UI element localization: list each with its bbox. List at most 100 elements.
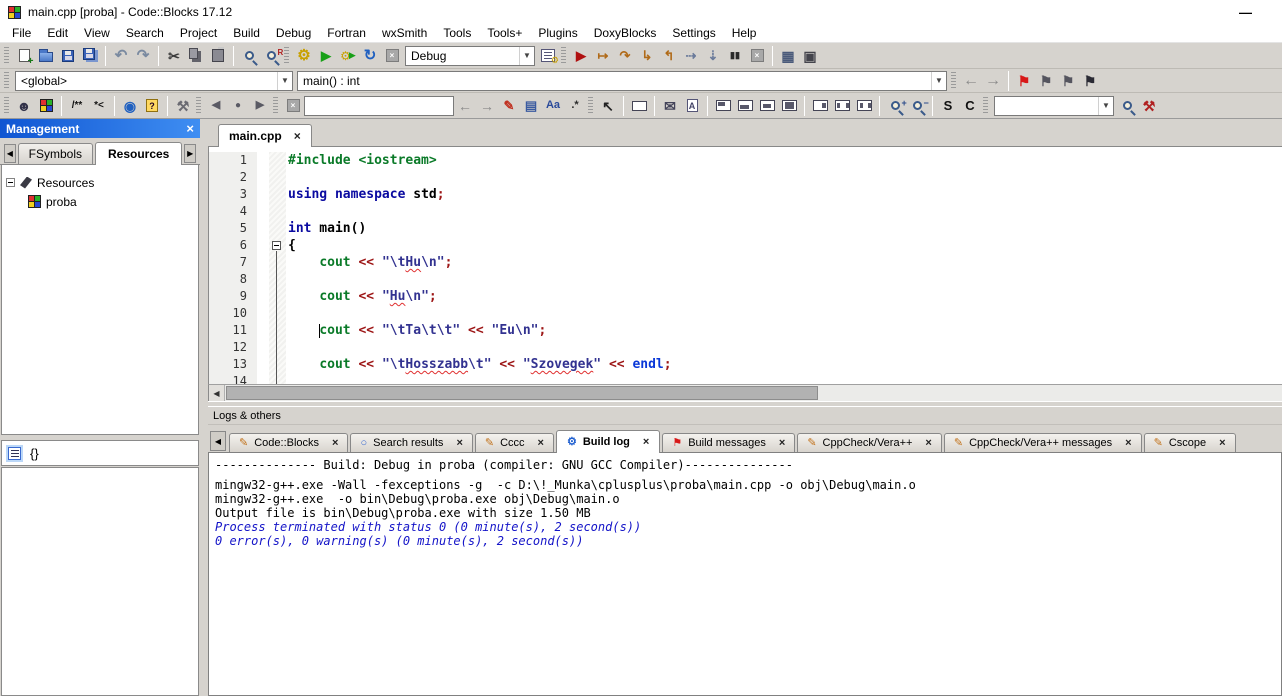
close-icon[interactable]: × — [1125, 437, 1131, 449]
search-next-button[interactable]: → — [476, 95, 498, 117]
build-button[interactable]: ⚙ — [293, 45, 315, 67]
jump-home-button[interactable]: ● — [227, 95, 249, 117]
menu-tools[interactable]: Tools — [435, 24, 479, 42]
menu-view[interactable]: View — [76, 24, 118, 42]
chevron-down-icon[interactable]: ▼ — [519, 47, 534, 65]
log-tab-cppcheck-vera-[interactable]: ✎CppCheck/Vera++× — [797, 433, 942, 452]
use-regex-button[interactable]: .* — [564, 95, 586, 117]
find-button[interactable] — [238, 45, 260, 67]
toolbar-grip[interactable] — [951, 72, 956, 90]
break-debugger-button[interactable]: ▮▮ — [724, 45, 746, 67]
toggle-bookmark-button[interactable]: ⚑ — [1013, 70, 1035, 92]
chevron-down-icon[interactable]: ▼ — [277, 72, 292, 90]
editor-tab-main-cpp[interactable]: main.cpp × — [218, 124, 312, 147]
close-icon[interactable]: × — [538, 437, 544, 449]
wx-align-bottom-button[interactable] — [734, 95, 756, 117]
close-icon[interactable]: × — [332, 437, 338, 449]
doxy-view-html-button[interactable]: ◉ — [119, 95, 141, 117]
cut-button[interactable]: ✂ — [163, 45, 185, 67]
stop-debugger-button[interactable]: × — [746, 45, 768, 67]
doxy-extract-button[interactable]: ☻ — [13, 95, 35, 117]
code-line-text[interactable]: cout << "\tTa\t\t" << "Eu\n"; — [286, 322, 1282, 339]
toolbar-grip[interactable] — [4, 47, 9, 65]
next-instruction-button[interactable]: ⇢ — [680, 45, 702, 67]
log-tab-cccc[interactable]: ✎Cccc× — [475, 433, 554, 452]
menu-help[interactable]: Help — [724, 24, 765, 42]
undo-button[interactable]: ↶ — [110, 45, 132, 67]
wx-border-lr-button[interactable] — [831, 95, 853, 117]
management-tabs-scroll-left[interactable]: ◀ — [4, 144, 16, 163]
menu-search[interactable]: Search — [118, 24, 172, 42]
debug-continue-button[interactable]: ▶ — [570, 45, 592, 67]
incremental-search-input[interactable] — [304, 96, 454, 116]
wx-text-tool[interactable]: A — [681, 95, 703, 117]
log-tabs-scroll-left[interactable]: ◀ — [210, 431, 226, 451]
wx-show-class-button[interactable]: C — [959, 95, 981, 117]
management-close-icon[interactable]: × — [186, 121, 194, 136]
code-line-text[interactable] — [286, 305, 1282, 322]
step-out-button[interactable]: ↰ — [658, 45, 680, 67]
step-into-button[interactable]: ↳ — [636, 45, 658, 67]
browse-back-button[interactable]: ← — [960, 70, 982, 92]
fold-margin[interactable] — [269, 237, 286, 254]
log-tab-cppcheck-vera-messages[interactable]: ✎CppCheck/Vera++ messages× — [944, 433, 1142, 452]
menu-project[interactable]: Project — [172, 24, 225, 42]
hscroll-left-arrow[interactable]: ◀ — [209, 385, 225, 401]
chevron-down-icon[interactable]: ▼ — [1098, 97, 1113, 115]
close-icon[interactable]: × — [925, 437, 931, 449]
code-line-text[interactable]: cout << "\tHosszabb\t" << "Szovegek" << … — [286, 356, 1282, 373]
wx-align-top-button[interactable] — [712, 95, 734, 117]
toolbar-grip[interactable] — [561, 47, 566, 65]
close-icon[interactable]: × — [779, 437, 785, 449]
next-line-button[interactable]: ↷ — [614, 45, 636, 67]
code-line-text[interactable] — [286, 339, 1282, 356]
wx-border-ends-button[interactable] — [853, 95, 875, 117]
next-bookmark-button[interactable]: ⚑ — [1057, 70, 1079, 92]
incsearch-clear-button[interactable]: × — [282, 95, 304, 117]
wx-zoom-in-button[interactable] — [884, 95, 906, 117]
menu-wxsmith[interactable]: wxSmith — [374, 24, 435, 42]
clear-bookmarks-button[interactable]: ⚑ — [1079, 70, 1101, 92]
wx-align-center-button[interactable] — [756, 95, 778, 117]
save-button[interactable] — [57, 45, 79, 67]
tab-fsymbols[interactable]: FSymbols — [18, 143, 93, 164]
run-to-cursor-button[interactable]: ↦ — [592, 45, 614, 67]
panel-splitter[interactable] — [200, 119, 208, 696]
match-case-button[interactable]: Aa — [542, 95, 564, 117]
doxy-view-chm-button[interactable]: ? — [141, 95, 163, 117]
toolbar-grip[interactable] — [196, 97, 201, 115]
browse-forward-button[interactable]: → — [982, 70, 1004, 92]
new-file-button[interactable] — [13, 45, 35, 67]
code-line-text[interactable]: int main() — [286, 220, 1282, 237]
wx-show-source-button[interactable]: S — [937, 95, 959, 117]
code-line-text[interactable] — [286, 271, 1282, 288]
run-button[interactable]: ▶ — [315, 45, 337, 67]
redo-button[interactable]: ↷ — [132, 45, 154, 67]
toolbar-grip[interactable] — [983, 97, 988, 115]
toolbar-grip[interactable] — [273, 97, 278, 115]
toolbar-grip[interactable] — [4, 97, 9, 115]
close-icon[interactable]: × — [456, 437, 462, 449]
function-select[interactable]: main() : int▼ — [297, 71, 947, 91]
doxy-blocks-button[interactable] — [35, 95, 57, 117]
prev-bookmark-button[interactable]: ⚑ — [1035, 70, 1057, 92]
minimize-button[interactable]: — — [1239, 5, 1252, 20]
menu-file[interactable]: File — [4, 24, 39, 42]
menu-plugins[interactable]: Plugins — [530, 24, 585, 42]
close-icon[interactable]: × — [1219, 437, 1225, 449]
code-line-text[interactable]: cout << "Hu\n"; — [286, 288, 1282, 305]
log-tab-build-messages[interactable]: ⚑Build messages× — [662, 433, 795, 452]
thread-search-options-button[interactable]: ⚒ — [1138, 95, 1160, 117]
log-tab-search-results[interactable]: ○Search results× — [350, 433, 472, 452]
management-tabs-scroll-right[interactable]: ▶ — [184, 144, 196, 163]
menu-edit[interactable]: Edit — [39, 24, 76, 42]
editor-tab-close-icon[interactable]: × — [294, 129, 301, 143]
replace-button[interactable] — [260, 45, 282, 67]
wx-pointer-tool[interactable]: ↖ — [597, 95, 619, 117]
compiler-targets-button[interactable] — [537, 45, 559, 67]
menu-fortran[interactable]: Fortran — [319, 24, 374, 42]
scope-select[interactable]: <global>▼ — [15, 71, 293, 91]
wx-expand-button[interactable] — [778, 95, 800, 117]
hscroll-thumb[interactable] — [226, 386, 818, 400]
toolbar-grip[interactable] — [4, 72, 9, 90]
